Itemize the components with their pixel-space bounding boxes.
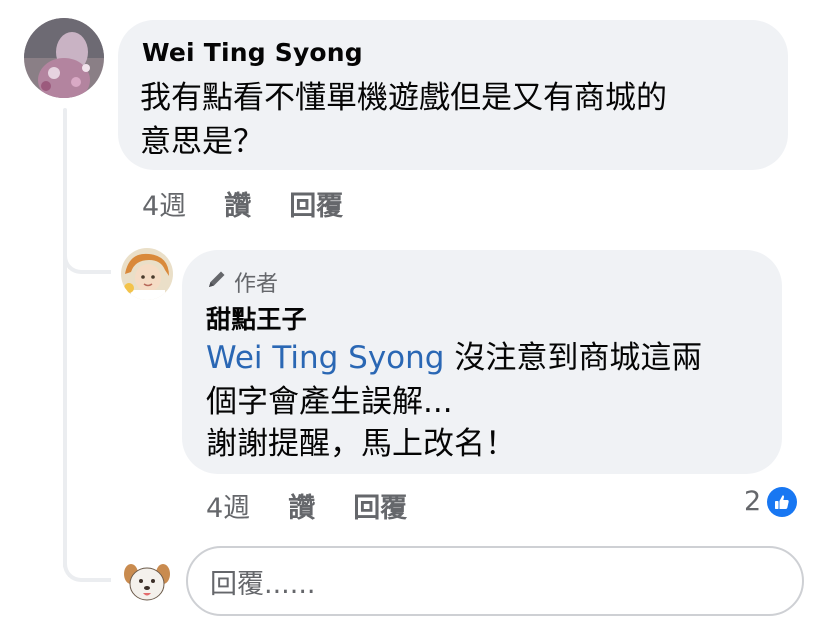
thumbs-up-icon [767, 486, 798, 517]
mention-link[interactable]: Wei Ting Syong [206, 340, 444, 376]
reply-actions: 4週 讚 回覆 [206, 486, 445, 525]
comment-actions: 4週 讚 回覆 [142, 184, 381, 223]
reply-input[interactable]: 回覆...... [186, 546, 804, 616]
thread-connector-input [63, 556, 111, 582]
reply-like-button[interactable]: 讚 [288, 486, 315, 525]
pencil-icon [206, 268, 228, 296]
thread-connector-reply [63, 248, 111, 274]
comment-text-line1: 我有點看不懂單機遊戲但是又有商城的 [140, 80, 667, 116]
avatar-wei-ting-syong[interactable] [24, 18, 104, 98]
reply-text-line3: 謝謝提醒，馬上改名！ [206, 426, 516, 462]
comment-text-line2: 意思是？ [140, 124, 264, 160]
thread-line [63, 108, 67, 568]
comment-timestamp[interactable]: 4週 [142, 184, 186, 223]
avatar-author[interactable] [121, 248, 173, 300]
comment-like-button[interactable]: 讚 [224, 184, 251, 223]
reply-reply-button[interactable]: 回覆 [353, 486, 407, 525]
comment-author-name[interactable]: Wei Ting Syong [142, 38, 363, 67]
avatar-image [121, 556, 173, 608]
avatar-current-user [121, 556, 173, 608]
author-badge-label: 作者 [234, 272, 279, 297]
reply-timestamp[interactable]: 4週 [206, 486, 250, 525]
reply-text-line2: 個字會產生誤解... [206, 384, 453, 420]
reaction-summary[interactable]: 2 [744, 486, 798, 517]
avatar-image [121, 248, 173, 300]
author-badge: 作者 [206, 266, 278, 298]
reply-input-placeholder: 回覆...... [210, 568, 316, 600]
comment-reply-button[interactable]: 回覆 [289, 184, 343, 223]
avatar-image [24, 18, 104, 98]
reaction-count: 2 [744, 486, 762, 517]
reply-author-name[interactable]: 甜點王子 [206, 300, 307, 336]
reply-text-line1-rest: 沒注意到商城這兩 [444, 340, 703, 376]
reply-text-line1: Wei Ting Syong 沒注意到商城這兩 [206, 336, 702, 380]
